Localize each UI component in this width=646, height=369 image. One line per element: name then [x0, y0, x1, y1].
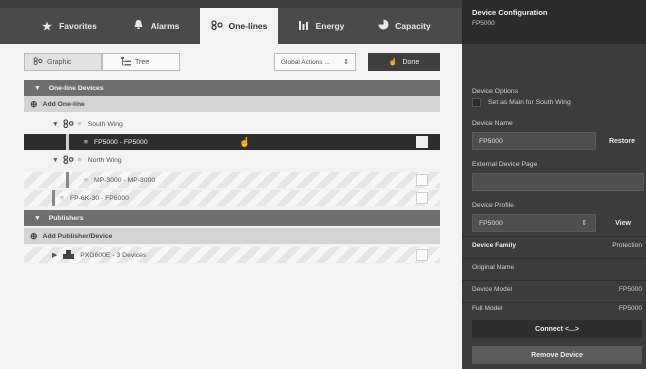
- expand-arrow-icon: ▶: [52, 252, 58, 259]
- bell-icon: [133, 19, 145, 33]
- tree-icon: [121, 56, 131, 68]
- mouse-cursor-icon: ☝: [239, 136, 251, 147]
- select-caret-icon: ⇕: [581, 220, 587, 227]
- select-checkbox[interactable]: [416, 192, 428, 204]
- graphic-view-button[interactable]: Graphic: [24, 53, 102, 71]
- tab-one-lines[interactable]: One-lines: [200, 8, 278, 44]
- original-name-row: Original Name: [472, 264, 515, 271]
- tree-item-north-wing[interactable]: ▼ ≡ North Wing: [24, 152, 440, 168]
- indent-bar: [52, 190, 55, 206]
- pointer-icon: ☝: [388, 59, 398, 66]
- add-one-line-button[interactable]: ⊕ Add One-line: [24, 96, 440, 112]
- panel-header: Device Configuration FP5000: [462, 0, 646, 44]
- top-tab-bar: ★ Favorites Alarms One-lines Energy Capa…: [0, 0, 462, 44]
- plus-circle-icon: ⊕: [30, 230, 38, 241]
- restore-button[interactable]: Restore: [600, 132, 644, 150]
- add-publisher-button[interactable]: ⊕ Add Publisher/Device: [24, 228, 440, 244]
- drag-handle-icon[interactable]: ≡: [60, 195, 64, 202]
- tree-item-pxg600e[interactable]: ▶ PXG600E - 3 Devices: [24, 247, 440, 263]
- expand-arrow-icon: ▼: [52, 156, 59, 164]
- bar-chart-icon: [298, 20, 310, 33]
- drag-handle-icon[interactable]: ≡: [78, 121, 82, 128]
- divider: [462, 236, 646, 237]
- top-strip: [0, 0, 462, 8]
- drag-handle-icon[interactable]: ≡: [78, 157, 82, 164]
- divider: [462, 280, 646, 281]
- tree-item-fp6k[interactable]: ≡ FP-6K-30 - FP6000: [24, 190, 440, 206]
- indent-bar: [66, 172, 69, 188]
- view-profile-button[interactable]: View: [602, 214, 644, 232]
- tab-energy[interactable]: Energy: [285, 8, 357, 44]
- panel-subtitle: FP5000: [472, 20, 495, 27]
- done-button[interactable]: ☝ Done: [368, 53, 440, 71]
- expand-arrow-icon: ▼: [52, 120, 59, 128]
- device-profile-select[interactable]: FP5000 ⇕: [472, 214, 596, 232]
- device-name-label: Device Name: [472, 120, 513, 127]
- external-page-input[interactable]: [472, 173, 644, 191]
- select-checkbox[interactable]: [416, 174, 428, 186]
- device-icon: [63, 249, 75, 261]
- indent-bar: [66, 134, 69, 150]
- tree-item-south-wing[interactable]: ▼ ≡ South Wing: [24, 116, 440, 132]
- select-caret-icon: ⇕: [343, 59, 349, 66]
- tree-item-mp3000[interactable]: ≡ MP-3000 - MP-3000: [24, 172, 440, 188]
- connect-button[interactable]: Connect <...>: [472, 320, 642, 338]
- set-main-label: Set as Main for South Wing: [488, 99, 571, 106]
- star-icon: ★: [42, 20, 53, 33]
- select-checkbox[interactable]: [416, 136, 428, 148]
- device-options-label: Device Options: [472, 88, 519, 95]
- one-line-icon: [63, 154, 74, 166]
- tab-favorites[interactable]: ★ Favorites: [28, 8, 110, 44]
- section-publishers[interactable]: ▼ Publishers: [24, 210, 440, 226]
- global-actions-dropdown[interactable]: Global Actions ... ⇕: [274, 53, 356, 71]
- tab-alarms[interactable]: Alarms: [115, 8, 197, 44]
- full-model-row: Full Model FP5000: [472, 305, 642, 312]
- one-line-icon: [211, 19, 223, 33]
- remove-device-button[interactable]: Remove Device: [472, 346, 642, 364]
- device-family-row: Device Family Protection: [472, 242, 642, 249]
- external-page-label: External Device Page: [472, 161, 538, 168]
- pie-icon: [377, 19, 389, 33]
- collapse-arrow-icon: ▼: [34, 84, 41, 92]
- view-toolbar: Graphic Tree Global Actions ... ⇕ ☝ Done: [24, 53, 440, 71]
- device-profile-label: Device Profile: [472, 202, 514, 209]
- set-main-checkbox[interactable]: [472, 98, 481, 107]
- plus-circle-icon: ⊕: [30, 98, 38, 109]
- divider: [462, 258, 646, 259]
- device-model-row: Device Model FP5000: [472, 286, 642, 293]
- device-name-input[interactable]: FP5000: [472, 132, 596, 150]
- section-one-line-devices[interactable]: ▼ One-line Devices: [24, 80, 440, 96]
- one-line-icon: [33, 57, 43, 67]
- device-configuration-panel: Device Configuration FP5000 Device Optio…: [462, 0, 646, 369]
- tree-item-fp5000[interactable]: ≡ FP5000 - FP5000 ☝: [24, 134, 440, 150]
- collapse-arrow-icon: ▼: [34, 214, 41, 222]
- divider: [462, 302, 646, 303]
- one-line-icon: [63, 118, 74, 130]
- drag-handle-icon[interactable]: ≡: [84, 177, 88, 184]
- panel-title: Device Configuration: [472, 8, 548, 17]
- tab-capacity[interactable]: Capacity: [362, 8, 446, 44]
- drag-handle-icon[interactable]: ≡: [84, 139, 88, 146]
- tree-view-button[interactable]: Tree: [102, 53, 180, 71]
- select-checkbox[interactable]: [416, 249, 428, 261]
